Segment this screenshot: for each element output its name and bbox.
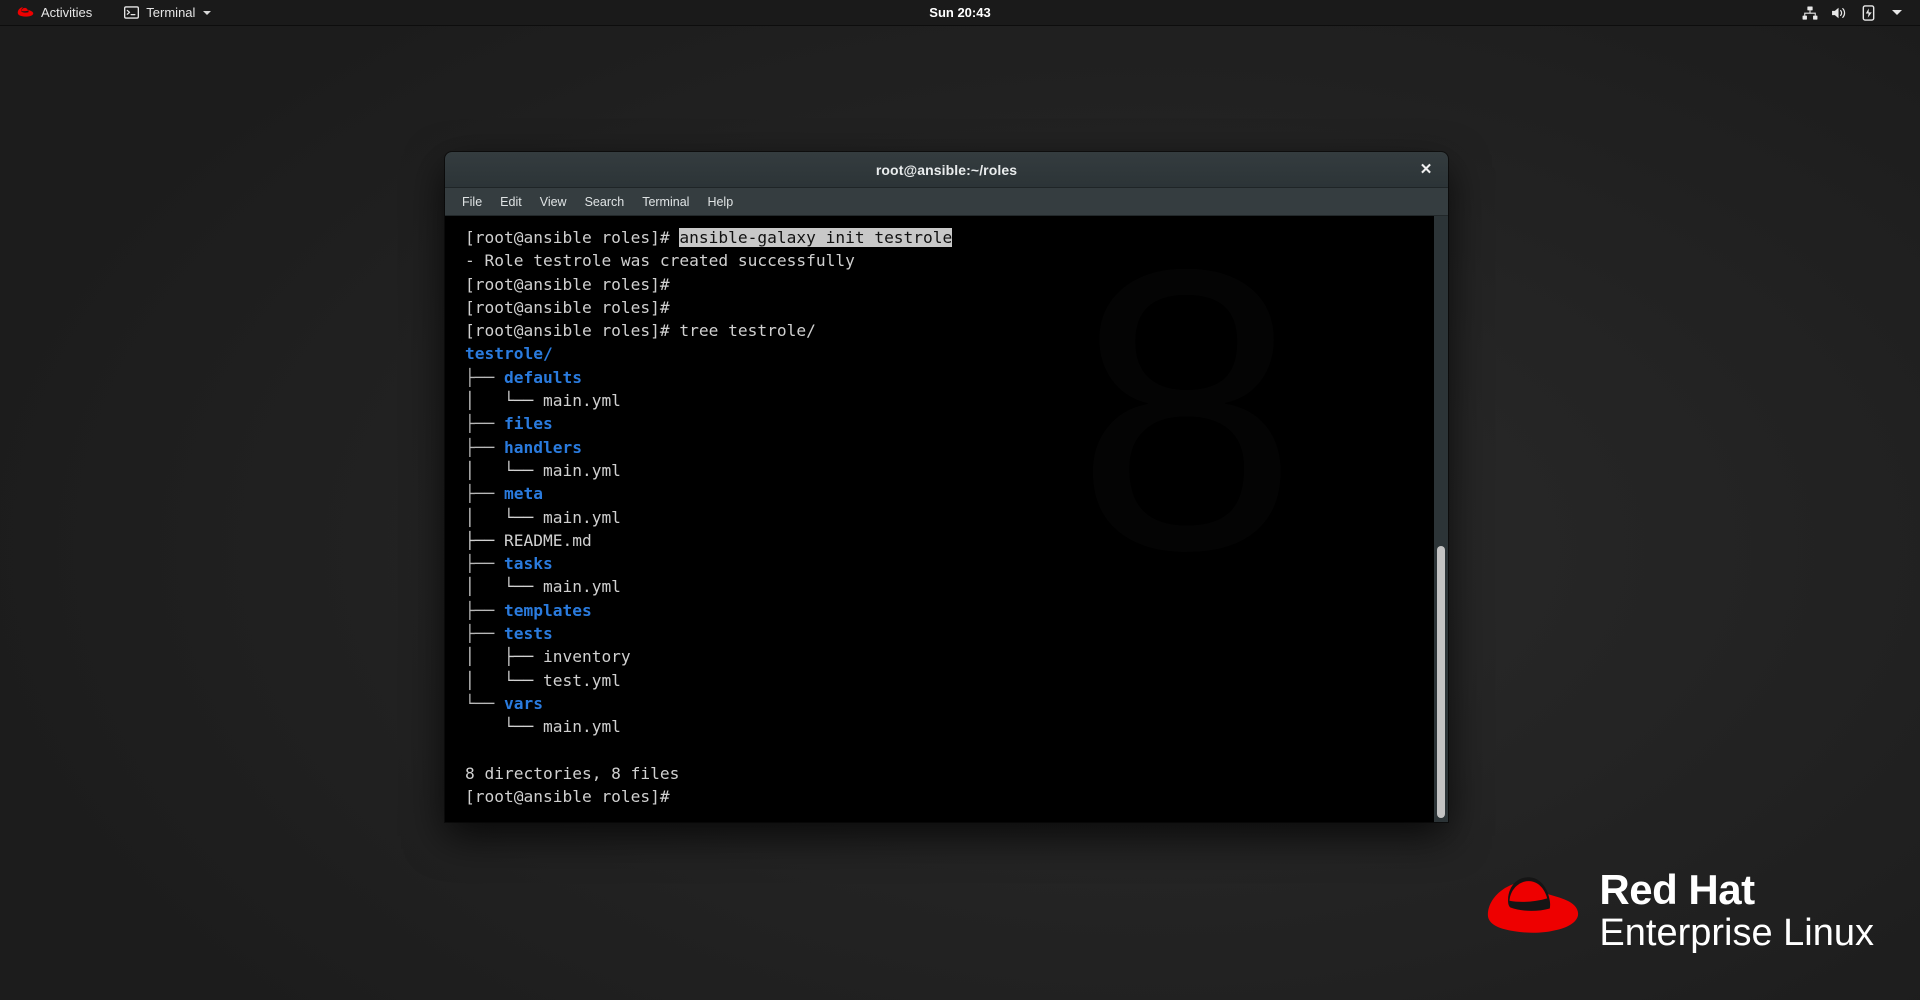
- activities-label: Activities: [41, 5, 93, 20]
- terminal-text: [root@ansible roles]# tree testrole/: [465, 321, 816, 341]
- rhel-wordmark: Red Hat Enterprise Linux: [1599, 866, 1874, 954]
- chevron-down-icon: [203, 10, 212, 15]
- terminal-line: ├── templates: [465, 599, 1448, 622]
- menu-item-edit[interactable]: Edit: [491, 191, 531, 213]
- terminal-window[interactable]: root@ansible:~/roles ✕ File Edit View Se…: [445, 152, 1448, 822]
- activities-button[interactable]: Activities: [8, 0, 101, 25]
- window-titlebar[interactable]: root@ansible:~/roles ✕: [445, 152, 1448, 188]
- menu-bar: File Edit View Search Terminal Help: [445, 188, 1448, 216]
- clock-label[interactable]: Sun 20:43: [929, 5, 990, 20]
- terminal-text: ├──: [465, 484, 504, 504]
- terminal-line: │ └── main.yml: [465, 459, 1448, 482]
- brand-line-1: Red Hat: [1599, 866, 1755, 913]
- desktop: Activities Terminal Sun 20:43 root@ansib…: [0, 0, 1920, 1000]
- terminal-text: └──: [465, 693, 504, 713]
- close-icon[interactable]: ✕: [1414, 158, 1438, 182]
- network-wired-icon[interactable]: [1801, 4, 1819, 22]
- terminal-line: ├── meta: [465, 482, 1448, 505]
- terminal-line: │ └── main.yml: [465, 389, 1448, 412]
- volume-icon[interactable]: [1830, 4, 1848, 22]
- terminal-text: ├──: [465, 600, 504, 620]
- terminal-line: │ ├── inventory: [465, 645, 1448, 668]
- terminal-text: handlers: [503, 437, 582, 457]
- terminal-line: [root@ansible roles]# tree testrole/: [465, 319, 1448, 342]
- terminal-text: tests: [503, 624, 553, 644]
- terminal-line: ├── README.md: [465, 529, 1448, 552]
- terminal-line: ├── files: [465, 412, 1448, 435]
- terminal-line: - Role testrole was created successfully: [465, 249, 1448, 272]
- terminal-text: │ └── main.yml: [465, 460, 621, 480]
- terminal-text: │ └── main.yml: [465, 507, 621, 527]
- terminal-text: │ └── main.yml: [465, 577, 621, 597]
- terminal-text: └── main.yml: [465, 717, 621, 737]
- terminal-text: 8 directories, 8 files: [465, 763, 680, 783]
- redhat-fedora-logo-icon: [1485, 872, 1581, 949]
- gnome-top-bar: Activities Terminal Sun 20:43: [0, 0, 1920, 26]
- menu-item-terminal[interactable]: Terminal: [633, 191, 698, 213]
- terminal-output[interactable]: [root@ansible roles]# ansible-galaxy ini…: [445, 226, 1448, 808]
- terminal-text: ├──: [465, 414, 504, 434]
- system-tray[interactable]: [1793, 0, 1914, 25]
- rhel-branding: Red Hat Enterprise Linux: [1485, 869, 1874, 952]
- terminal-text: ├──: [465, 437, 504, 457]
- terminal-text: │ ├── inventory: [465, 647, 631, 667]
- terminal-text: - Role testrole was created successfully: [465, 251, 855, 271]
- terminal-line: ├── tests: [465, 622, 1448, 645]
- terminal-line: [root@ansible roles]#: [465, 273, 1448, 296]
- terminal-line: │ └── test.yml: [465, 669, 1448, 692]
- terminal-scrollbar[interactable]: [1434, 216, 1448, 822]
- clock-area: Sun 20:43: [0, 0, 1920, 25]
- terminal-line: [root@ansible roles]#: [465, 785, 1448, 808]
- terminal-line: [root@ansible roles]# ansible-galaxy ini…: [465, 226, 1448, 249]
- brand-line-2: Enterprise Linux: [1599, 912, 1874, 954]
- terminal-text: ├──: [465, 624, 504, 644]
- terminal-body[interactable]: 8 [root@ansible roles]# ansible-galaxy i…: [445, 216, 1448, 822]
- terminal-icon: [124, 6, 140, 19]
- terminal-text: [root@ansible roles]#: [465, 787, 670, 807]
- terminal-text: ├──: [465, 367, 504, 387]
- terminal-text: tasks: [503, 554, 553, 574]
- selected-command: ansible-galaxy init testrole: [679, 228, 953, 247]
- terminal-text: meta: [503, 484, 543, 504]
- terminal-line: │ └── main.yml: [465, 575, 1448, 598]
- terminal-text: files: [503, 414, 553, 434]
- terminal-line: 8 directories, 8 files: [465, 762, 1448, 785]
- scrollbar-thumb[interactable]: [1437, 546, 1445, 818]
- redhat-logo-icon: [17, 6, 34, 19]
- menu-item-help[interactable]: Help: [698, 191, 742, 213]
- terminal-text: defaults: [503, 367, 582, 387]
- terminal-text: │ └── test.yml: [465, 670, 621, 690]
- app-menu-terminal[interactable]: Terminal: [115, 0, 220, 25]
- menu-item-search[interactable]: Search: [576, 191, 634, 213]
- terminal-text: [root@ansible roles]#: [465, 274, 670, 294]
- terminal-text: [root@ansible roles]#: [465, 228, 680, 247]
- terminal-line: │ └── main.yml: [465, 506, 1448, 529]
- terminal-text: │ └── main.yml: [465, 391, 621, 411]
- terminal-text: templates: [503, 600, 592, 620]
- terminal-line: [root@ansible roles]#: [465, 296, 1448, 319]
- terminal-text: ├──: [465, 554, 504, 574]
- window-title: root@ansible:~/roles: [875, 161, 1018, 178]
- terminal-line: └── vars: [465, 692, 1448, 715]
- terminal-line: ├── defaults: [465, 366, 1448, 389]
- menu-item-file[interactable]: File: [453, 191, 491, 213]
- terminal-line: └── main.yml: [465, 715, 1448, 738]
- terminal-line: ├── handlers: [465, 436, 1448, 459]
- terminal-text: testrole/: [465, 344, 553, 364]
- terminal-line: ├── tasks: [465, 552, 1448, 575]
- app-menu-label: Terminal: [146, 5, 196, 20]
- menu-item-view[interactable]: View: [531, 191, 576, 213]
- battery-icon[interactable]: [1859, 4, 1877, 22]
- terminal-text: ├── README.md: [465, 530, 592, 550]
- terminal-line: testrole/: [465, 342, 1448, 365]
- terminal-text: vars: [503, 693, 543, 713]
- top-bar-left-group: Activities Terminal: [0, 0, 220, 25]
- chevron-down-icon[interactable]: [1888, 4, 1906, 22]
- terminal-text: [root@ansible roles]#: [465, 297, 670, 317]
